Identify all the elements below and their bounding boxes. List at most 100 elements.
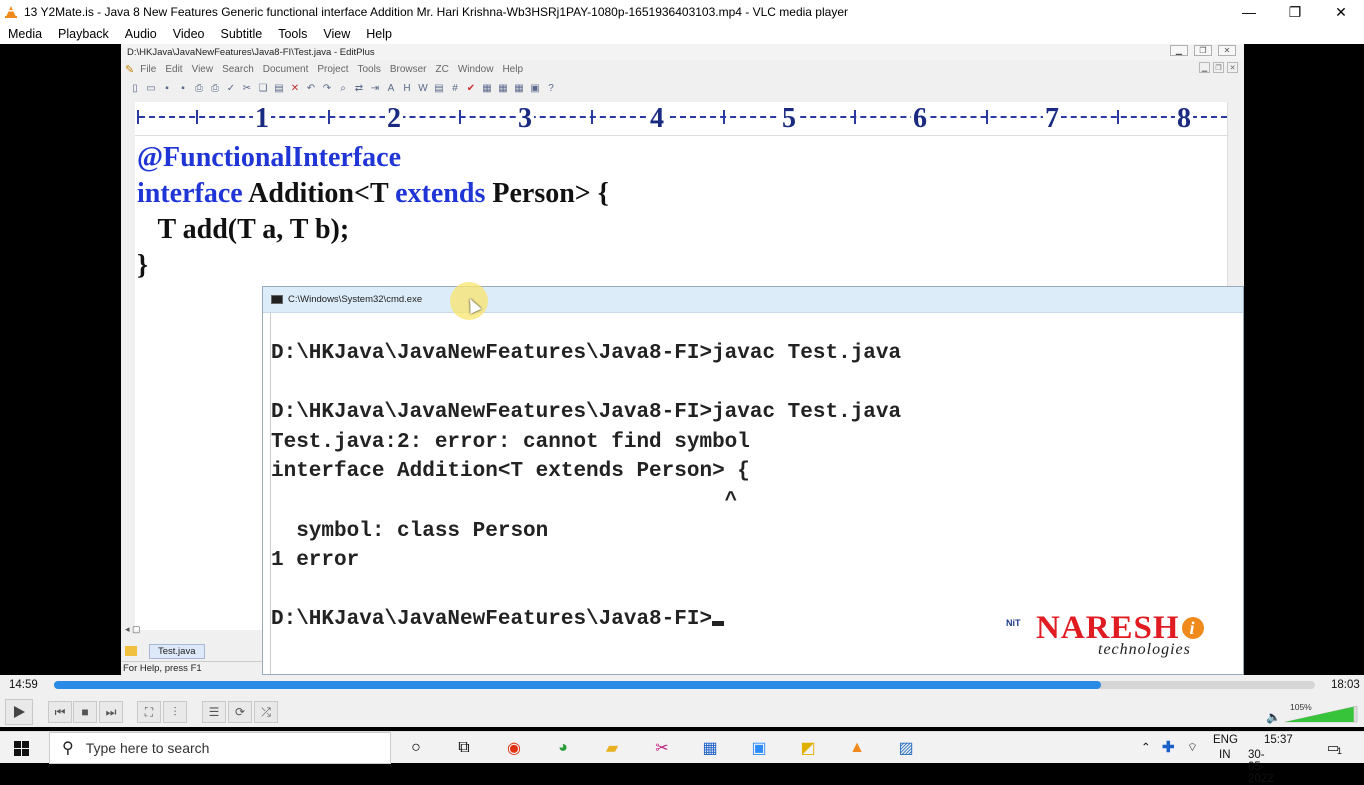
editplus-menu-help: Help (502, 63, 524, 75)
ruler-number: 3 (516, 103, 534, 135)
menu-help[interactable]: Help (366, 27, 392, 41)
windows-start-icon[interactable] (14, 741, 30, 757)
show-hidden-icons-icon[interactable]: ⌃ (1141, 740, 1151, 754)
ruler-number: 7 (1043, 103, 1061, 135)
volume-slider[interactable] (1283, 703, 1359, 723)
code-text: Person> { (485, 178, 609, 209)
stop-button[interactable]: ■ (73, 701, 97, 723)
editplus-menu-file: File (140, 63, 157, 75)
logo-subtitle: technologies (1098, 641, 1191, 658)
taskbar-search-box[interactable]: ⚲ Type here to search (49, 732, 391, 764)
cortana-icon[interactable]: ○ (405, 737, 427, 759)
maximize-button[interactable]: ❐ (1272, 0, 1318, 24)
stop-icon: ■ (81, 705, 89, 719)
fullscreen-button[interactable]: ⛶ (137, 701, 161, 723)
menu-tools[interactable]: Tools (278, 27, 307, 41)
ruler-number: 5 (780, 103, 798, 135)
editplus-menu-zc: ZC (435, 63, 449, 75)
search-placeholder: Type here to search (85, 740, 210, 756)
copy-icon: ❏ (258, 82, 268, 94)
sticky-notes-icon[interactable]: ◩ (797, 737, 819, 759)
elapsed-time: 14:59 (9, 679, 38, 691)
cmd-prompt: D:\HKJava\JavaNewFeatures\Java8-FI> (271, 608, 713, 632)
goto-icon: ⇥ (370, 82, 380, 94)
wordwrap-icon: W (418, 82, 428, 94)
snipping-tool-icon[interactable]: ✂ (651, 737, 673, 759)
editplus-menu-tools: Tools (357, 63, 381, 75)
menu-media[interactable]: Media (8, 27, 42, 41)
vlc-logo-icon (5, 6, 17, 18)
previous-button[interactable]: ⏮ (48, 701, 72, 723)
speaker-icon[interactable]: 🔈 (1266, 710, 1281, 724)
cmd-line: interface Addition<T extends Person> { (271, 460, 750, 484)
video-area[interactable]: D:\HKJava\JavaNewFeatures\Java8-FI\Test.… (0, 44, 1364, 675)
document-tabs: Test.java (121, 642, 261, 660)
chrome-icon[interactable]: ◕ (552, 737, 574, 759)
print-icon: ⎙ (195, 82, 203, 94)
playlist-button[interactable]: ☰ (202, 701, 226, 723)
play-icon (14, 706, 25, 718)
photos-icon[interactable]: ▨ (895, 737, 917, 759)
defender-icon[interactable]: ✚ (1162, 738, 1175, 756)
ruler-number: 6 (911, 103, 929, 135)
shuffle-button[interactable]: ⤮ (254, 701, 278, 723)
editplus-menu-edit: Edit (165, 63, 183, 75)
menu-subtitle[interactable]: Subtitle (221, 27, 263, 41)
editplus-menu-project: Project (317, 63, 349, 75)
logo-prefix: NiT (1006, 618, 1021, 628)
text-cursor (712, 621, 725, 627)
editplus-toolbar: ▯ ▭ ▪ ▪ ⎙ ⎙ ✓ ✂ ❏ ▤ ✕ ↶ ↷ ⌕ ⇄ ⇥ A H W ▤ … (121, 78, 1244, 98)
next-button[interactable]: ⏭ (99, 701, 123, 723)
mdi-close-icon: ✕ (1227, 62, 1238, 73)
notification-count: 1 (1337, 746, 1343, 756)
menu-video[interactable]: Video (173, 27, 205, 41)
extended-settings-button[interactable]: ⫶ (163, 701, 187, 723)
clock-date[interactable]: 30-05-2022 (1248, 749, 1274, 785)
play-button[interactable] (5, 699, 33, 725)
font-icon: A (387, 82, 395, 94)
pencil-icon: ✎ (125, 63, 135, 76)
help-icon: ? (548, 82, 554, 94)
editplus-menu-bar: ✎ File Edit View Search Document Project… (121, 60, 1244, 78)
fullscreen-icon: ▣ (530, 82, 540, 94)
menu-view[interactable]: View (323, 27, 350, 41)
spellcheck-icon: ✓ (226, 82, 236, 94)
vlc-taskbar-icon[interactable]: ▲ (846, 737, 868, 759)
task-view-icon[interactable]: ⧉ (453, 737, 475, 759)
cmd-line (271, 576, 1238, 606)
fullscreen-icon: ⛶ (144, 704, 154, 719)
editor-horizontal-scrollbar[interactable]: ◂ ▢ (121, 624, 261, 638)
wifi-icon[interactable]: ⌔ (1187, 740, 1198, 755)
microsoft-store-icon[interactable]: ▦ (699, 737, 721, 759)
annotation-text: @FunctionalInterface (137, 142, 402, 173)
playlist-icon: ☰ (208, 705, 220, 719)
linenumber-icon: # (452, 82, 458, 94)
clock-time[interactable]: 15:37 (1264, 734, 1293, 746)
menu-audio[interactable]: Audio (125, 27, 157, 41)
language-bottom[interactable]: IN (1219, 749, 1231, 761)
seek-bar-row: 14:59 18:03 (0, 675, 1364, 697)
editplus-restore-icon: ❐ (1194, 45, 1212, 56)
cmd-line: ^ (271, 489, 738, 513)
cascade-icon: ▦ (514, 82, 524, 94)
zoom-icon[interactable]: ▣ (748, 737, 770, 759)
file-explorer-icon[interactable]: ▰ (601, 737, 623, 759)
recorder-app-icon[interactable]: ◉ (503, 737, 525, 759)
editplus-title-bar: D:\HKJava\JavaNewFeatures\Java8-FI\Test.… (121, 44, 1244, 60)
replace-icon: ⇄ (354, 82, 364, 94)
close-button[interactable]: ✕ (1318, 0, 1364, 24)
save-all-icon: ▪ (181, 82, 185, 94)
menu-playback[interactable]: Playback (58, 27, 109, 41)
tab-test-java[interactable]: Test.java (149, 643, 205, 659)
shuffle-icon: ⤮ (261, 704, 271, 719)
check-icon: ✔ (466, 82, 476, 94)
loop-button[interactable]: ⟳ (228, 701, 252, 723)
seek-slider[interactable] (54, 681, 1315, 689)
previous-icon: ⏮ (54, 704, 66, 719)
redo-icon: ↷ (322, 82, 332, 94)
new-file-icon: ▯ (132, 82, 138, 94)
save-icon: ▪ (165, 82, 169, 94)
player-controls: ⏮ ■ ⏭ ⛶ ⫶ ☰ ⟳ ⤮ 🔈 105% (0, 697, 1364, 727)
language-top[interactable]: ENG (1213, 734, 1238, 746)
minimize-button[interactable]: — (1226, 0, 1272, 24)
